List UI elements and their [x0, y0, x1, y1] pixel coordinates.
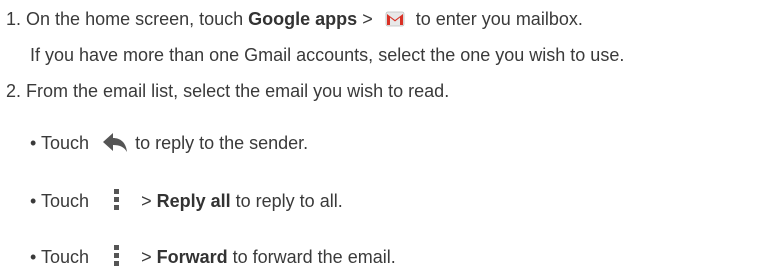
step-1-separator: > — [362, 9, 373, 29]
bullet-reply-all: • Touch > Reply all to reply to all. — [30, 188, 343, 212]
google-apps-label: Google apps — [248, 9, 358, 29]
bullet-marker: • — [30, 191, 37, 211]
bullet-touch-label: Touch — [41, 247, 90, 267]
bullet-touch-label: Touch — [41, 133, 90, 153]
step-1-note-text: If you have more than one Gmail accounts… — [30, 45, 625, 65]
bullet-marker: • — [30, 133, 37, 153]
step-1-number: 1. — [6, 9, 22, 29]
bullet-reply-text: to reply to the sender. — [135, 133, 309, 153]
reply-arrow-icon — [102, 132, 128, 154]
gmail-icon — [385, 9, 405, 29]
bullet-marker: • — [30, 247, 37, 267]
forward-label: Forward — [156, 247, 228, 267]
bullet-reply-all-text: to reply to all. — [235, 191, 343, 211]
step-1-text-a: On the home screen, touch — [26, 9, 244, 29]
step-1-line: 1. On the home screen, touch Google apps… — [6, 8, 583, 32]
overflow-menu-icon — [112, 244, 122, 268]
bullet-forward-text: to forward the email. — [232, 247, 396, 267]
step-1-note: If you have more than one Gmail accounts… — [30, 44, 624, 68]
bullet-reply: • Touch to reply to the sender. — [30, 132, 308, 156]
step-2-line: 2. From the email list, select the email… — [6, 80, 449, 104]
bullet-separator: > — [141, 247, 152, 267]
step-2-number: 2. — [6, 81, 22, 101]
bullet-separator: > — [141, 191, 152, 211]
bullet-forward: • Touch > Forward to forward the email. — [30, 244, 396, 268]
reply-all-label: Reply all — [156, 191, 231, 211]
overflow-menu-icon — [112, 188, 122, 212]
step-1-text-b: to enter you mailbox. — [415, 9, 583, 29]
bullet-touch-label: Touch — [41, 191, 90, 211]
step-2-text: From the email list, select the email yo… — [26, 81, 450, 101]
